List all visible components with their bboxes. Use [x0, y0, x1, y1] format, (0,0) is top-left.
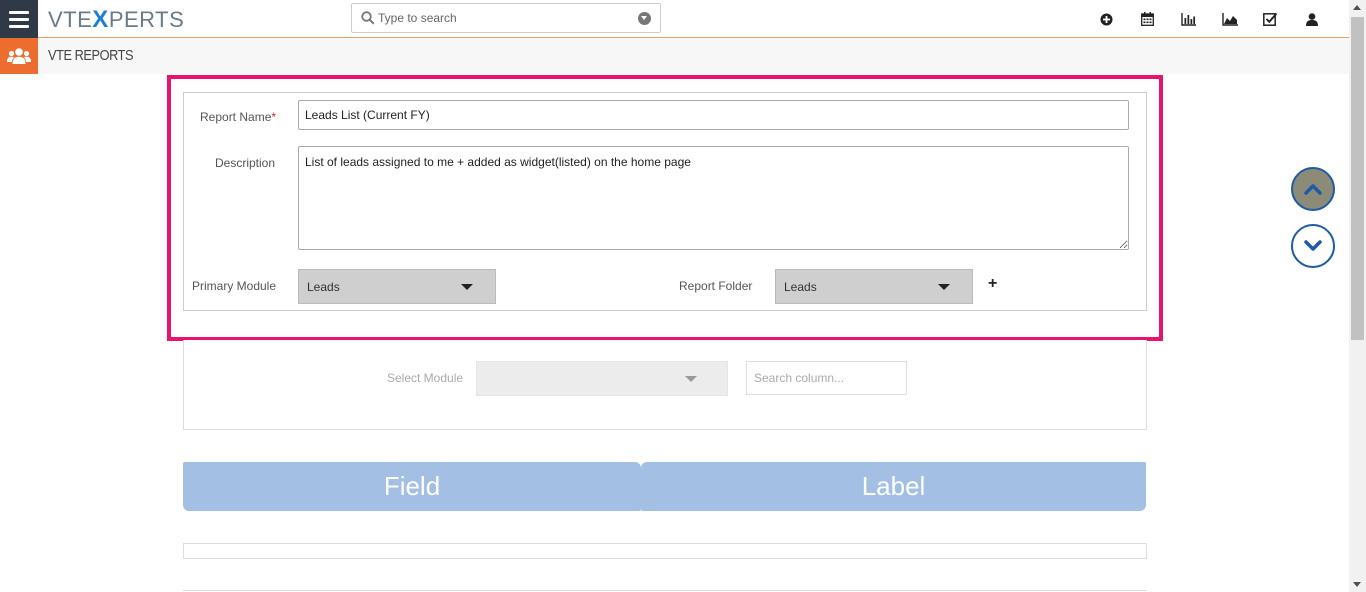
select-module-dropdown[interactable] [476, 361, 728, 396]
module-title[interactable]: VTE REPORTS [48, 47, 134, 64]
description-label: Description [215, 156, 276, 170]
search-dropdown-icon[interactable] [638, 12, 651, 25]
scroll-up-button[interactable] [1291, 167, 1335, 211]
report-name-label: Report Name* [200, 110, 277, 124]
report-folder-value: Leads [784, 280, 817, 294]
chevron-up-icon [1304, 184, 1322, 195]
area-chart-icon[interactable] [1209, 10, 1250, 28]
report-name-input[interactable] [298, 100, 1129, 130]
add-folder-button[interactable]: + [988, 275, 997, 293]
chevron-down-icon [938, 284, 950, 290]
chevron-down-icon [685, 376, 697, 382]
chevron-down-icon [461, 284, 473, 290]
primary-module-value: Leads [307, 280, 340, 294]
label-column-header: Label [641, 462, 1146, 511]
list-item [183, 543, 1147, 559]
select-module-label: Select Module [387, 371, 464, 385]
menu-icon[interactable] [0, 0, 38, 38]
scroll-arrow-up-icon[interactable] [1353, 5, 1361, 10]
scroll-down-button[interactable] [1291, 224, 1335, 268]
primary-module-label: Primary Module [192, 279, 277, 293]
scrollbar-thumb[interactable] [1351, 17, 1364, 340]
calendar-icon[interactable] [1127, 10, 1168, 28]
module-header: VTE REPORTS [0, 38, 1349, 74]
global-search[interactable] [351, 3, 661, 33]
field-column-header: Field [183, 462, 641, 511]
required-mark: * [271, 110, 277, 124]
description-textarea[interactable]: List of leads assigned to me + added as … [298, 146, 1129, 250]
top-icon-group [1086, 10, 1332, 28]
plus-circle-icon[interactable] [1086, 10, 1127, 28]
app-logo[interactable]: VTEXPERTS [48, 6, 184, 34]
search-column-input[interactable] [746, 361, 907, 395]
scroll-arrow-down-icon[interactable] [1353, 582, 1361, 587]
divider [183, 590, 1147, 591]
page-scrollbar[interactable] [1349, 0, 1366, 592]
report-folder-label: Report Folder [679, 279, 753, 293]
search-input[interactable] [378, 8, 628, 28]
top-navbar: VTEXPERTS [0, 0, 1349, 38]
primary-module-select[interactable]: Leads [298, 269, 496, 304]
search-icon [361, 11, 375, 25]
select-module-panel: Select Module [183, 340, 1147, 430]
user-icon[interactable] [1291, 10, 1332, 28]
users-icon[interactable] [0, 38, 38, 74]
report-details-panel: Report Name* Description List of leads a… [183, 92, 1147, 311]
bar-chart-icon[interactable] [1168, 10, 1209, 28]
checkbox-icon[interactable] [1250, 10, 1291, 28]
report-folder-select[interactable]: Leads [775, 269, 973, 304]
chevron-down-icon [1304, 240, 1322, 251]
